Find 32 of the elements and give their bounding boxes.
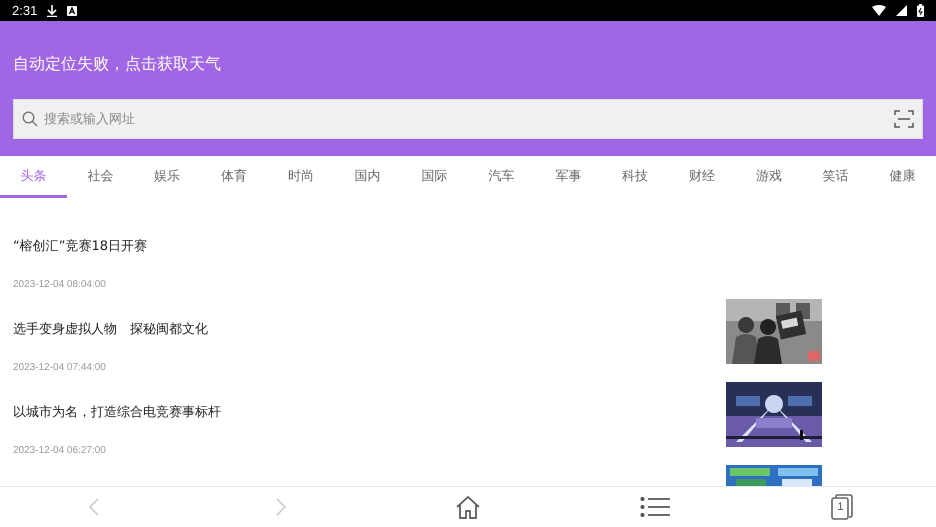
news-headline[interactable]: 选手变身虚拟人物 探秘闽都文化 <box>13 316 208 344</box>
menu-icon[interactable] <box>640 496 670 518</box>
category-tab[interactable]: 体育 <box>200 156 268 198</box>
category-tab[interactable]: 财经 <box>668 156 736 198</box>
news-timestamp: 2023-12-04 08:04:00 <box>13 279 106 290</box>
battery-icon <box>917 4 924 17</box>
search-field[interactable]: 搜索或输入网址 <box>13 99 923 139</box>
signal-icon <box>896 5 907 16</box>
search-icon <box>22 111 38 127</box>
category-tab[interactable]: 头条 <box>0 156 67 198</box>
scan-icon[interactable] <box>894 110 914 128</box>
category-tab[interactable]: 健康 <box>869 156 936 198</box>
category-tab[interactable]: 时尚 <box>267 156 334 198</box>
news-timestamp: 2023-12-04 07:44:00 <box>13 362 106 373</box>
category-tab[interactable]: 国内 <box>334 156 402 198</box>
category-tab[interactable]: 娱乐 <box>134 156 201 198</box>
category-tab[interactable]: 游戏 <box>735 156 802 198</box>
category-tab[interactable]: 军事 <box>534 156 602 198</box>
weather-prompt[interactable]: 自动定位失败，点击获取天气 <box>13 49 221 79</box>
news-timestamp: 2023-12-04 06:27:00 <box>13 445 106 456</box>
wifi-icon <box>872 5 886 16</box>
news-headline[interactable]: 以城市为名，打造综合电竞赛事标杆 <box>13 399 221 427</box>
download-icon <box>47 4 58 16</box>
category-tab[interactable]: 社会 <box>66 156 134 198</box>
category-tab[interactable]: 国际 <box>401 156 468 198</box>
category-tab[interactable]: 汽车 <box>468 156 535 198</box>
news-headline[interactable]: “榕创汇”竞赛18日开赛 <box>13 233 148 261</box>
clock: 2:31 <box>12 3 38 18</box>
category-tab[interactable]: 科技 <box>602 156 669 198</box>
app-notification-icon <box>67 6 78 16</box>
home-icon[interactable] <box>455 495 481 519</box>
category-tab[interactable]: 笑话 <box>802 156 870 198</box>
